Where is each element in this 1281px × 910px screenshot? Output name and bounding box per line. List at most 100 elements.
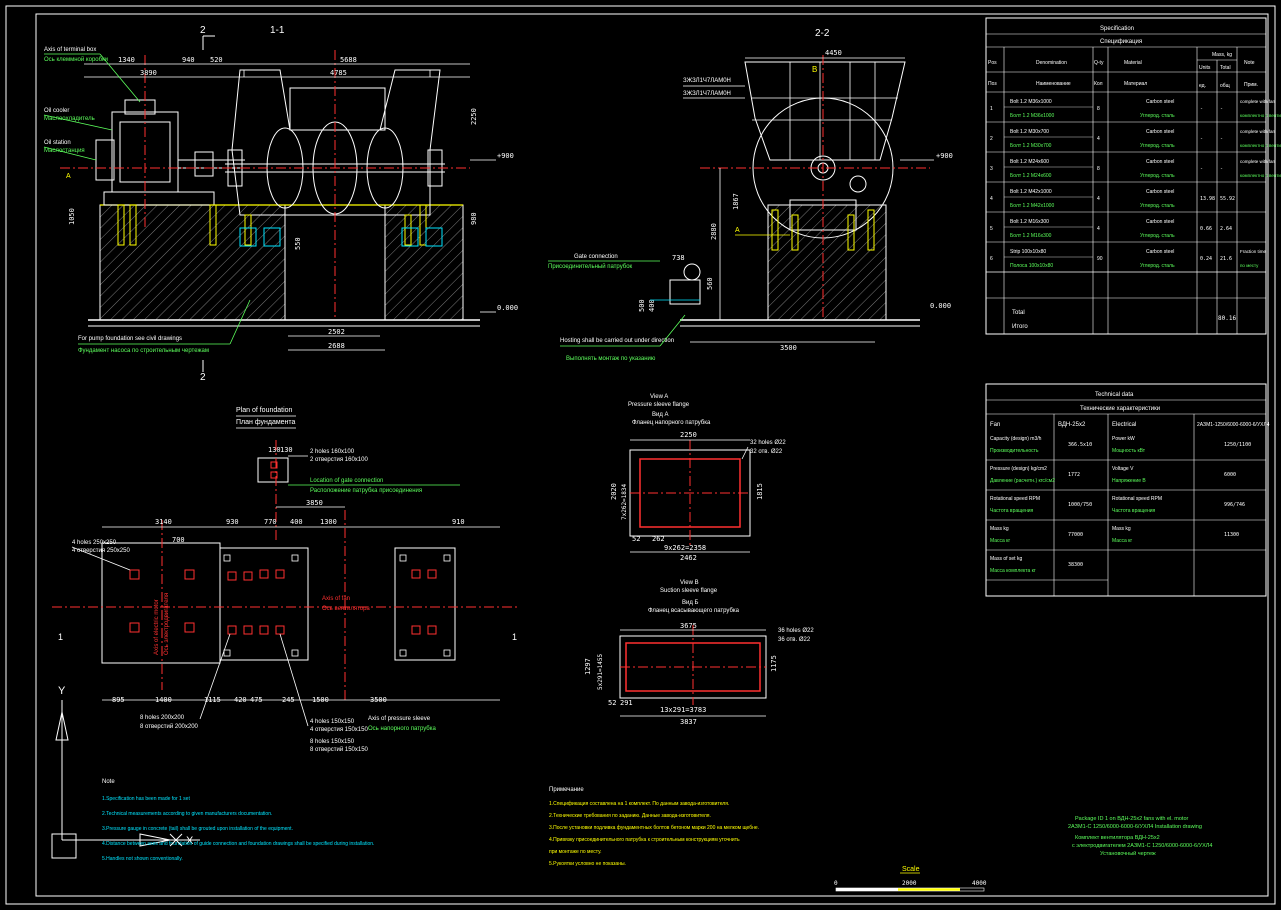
callout-gate-en: Gate connection <box>574 254 618 260</box>
spec-title-en: Specification <box>1100 26 1134 32</box>
plan-dim-1300: 1300 <box>320 518 337 526</box>
spec-mat-ru: Углерод. сталь <box>1140 173 1175 179</box>
tech-right-label-ru: Частота вращения <box>1112 508 1156 514</box>
spec-header-ru: ед. <box>1199 83 1206 89</box>
spec-name-en: Bolt 1.2 M30x700 <box>1010 129 1049 135</box>
spec-header: Q-ty <box>1094 60 1104 66</box>
spec-pos: 5 <box>990 226 993 232</box>
spec-header: Mass, kg <box>1212 52 1232 58</box>
dim-11-2502: 2502 <box>328 328 345 336</box>
plan-dim-910: 910 <box>452 518 465 526</box>
section-11-cut-marker: 2 <box>200 25 206 36</box>
plan-dim-1500: 1500 <box>312 696 329 704</box>
view-b-dim-291: 291 <box>620 699 633 707</box>
view-a-holes-ru: 32 отв. Ø22 <box>750 449 783 455</box>
note-en-item: 3.Pressure gauge in concrete (tail) shal… <box>102 826 293 832</box>
spec-qty: 90 <box>1097 256 1103 262</box>
tech-right-value: 1250/1100 <box>1224 442 1251 448</box>
spec-name-en: Bolt 1.2 M16x300 <box>1010 219 1049 225</box>
scale-tick-2000: 2000 <box>902 880 917 887</box>
callout-gate-ru: Присоединительный патрубок <box>548 263 633 270</box>
tech-left-label-en: Capacity (design) m3/h <box>990 436 1042 442</box>
tech-right-value: 6000 <box>1224 472 1236 478</box>
tech-title-en: Technical data <box>1095 392 1134 398</box>
plan-pressure-axis-en: Axis of pressure sleeve <box>368 716 431 722</box>
spec-total: - <box>1220 136 1223 142</box>
spec-pos: 2 <box>990 136 993 142</box>
spec-mat-en: Carbon steel <box>1146 129 1174 135</box>
callout-oil-cooler-en: Oil cooler <box>44 108 69 114</box>
level-22-bottom: 0.000 <box>930 302 951 310</box>
spec-unit: - <box>1200 106 1203 112</box>
stamp-line-3: Комплект вентилятора ВДН-25х2 <box>1075 835 1160 841</box>
callout-oil-station-en: Oil station <box>44 140 71 146</box>
view-a-dim-2020: 2020 <box>610 483 618 500</box>
plan-dim-1400: 1400 <box>155 696 172 704</box>
tech-right-value: 996/746 <box>1224 502 1245 508</box>
spec-note-ru: комплектно с вентил. <box>1240 173 1281 178</box>
spec-unit: 0.24 <box>1200 256 1212 262</box>
spec-note-ru: комплектно с вентил. <box>1240 143 1281 148</box>
spec-note-ru: по месту <box>1240 263 1259 268</box>
tech-right-label-en: Rotational speed RPM <box>1112 496 1162 502</box>
spec-unit: - <box>1200 136 1203 142</box>
spec-mat-en: Carbon steel <box>1146 249 1174 255</box>
plan-dim-400: 400 <box>290 518 303 526</box>
notes-en-title: Note <box>102 779 115 785</box>
tech-left-value: 1000/750 <box>1068 502 1092 508</box>
spec-header: Note <box>1244 60 1255 66</box>
tech-left-label-ru: Производительность <box>990 448 1039 454</box>
stamp-line-4: с электродвигателем 2АЗМ1-С 1250/6000-60… <box>1072 843 1212 849</box>
spec-mat-ru: Углерод. сталь <box>1140 143 1175 149</box>
dim-22-4450: 4450 <box>825 49 842 57</box>
tech-fan-label: Fan <box>990 422 1000 428</box>
view-b-title-1: View B <box>680 580 699 586</box>
spec-note-en: Fraction time <box>1240 249 1267 254</box>
view-b-holes-ru: 36 отв. Ø22 <box>778 637 811 643</box>
view-b-dim-3837: 3837 <box>680 718 697 726</box>
section-11-cut-marker-bottom: 2 <box>200 372 206 383</box>
dim-22-3500: 3500 <box>780 344 797 352</box>
spec-pos: 3 <box>990 166 993 172</box>
dim-11-550: 550 <box>294 237 302 250</box>
view-b-marker-22: B <box>812 65 817 74</box>
spec-header-ru: Наименование <box>1036 81 1071 87</box>
dim-11-2250: 2250 <box>470 108 478 125</box>
view-a-title-4: Фланец напорного патрубка <box>632 420 711 426</box>
tech-left-value: 366.5х10 <box>1068 442 1092 448</box>
section-11-title: 1-1 <box>270 25 285 36</box>
spec-qty: 8 <box>1097 106 1100 112</box>
plan-pressure-axis-ru: Ось напорного патрубка <box>368 726 436 732</box>
view-a-dim-2250: 2250 <box>680 431 697 439</box>
view-b-dim-5x: 5x291=1455 <box>597 653 604 690</box>
view-a-holes-en: 32 holes Ø22 <box>750 440 786 446</box>
spec-name-en: Bolt 1.2 M24x600 <box>1010 159 1049 165</box>
spec-mat-en: Carbon steel <box>1146 99 1174 105</box>
spec-total-value: 80.16 <box>1218 315 1236 322</box>
spec-unit: - <box>1200 166 1203 172</box>
spec-name-ru: Болт 1.2 М36x1000 <box>1010 113 1054 119</box>
plan-dim-130a: 130 <box>268 446 281 454</box>
spec-note-en: complete with fan <box>1240 129 1276 134</box>
plan-motor-axis-ru: Ось электродвигателя <box>164 593 170 655</box>
plan-dim-3850: 3850 <box>306 499 323 507</box>
dim-22-738: 738 <box>672 254 685 262</box>
spec-total-ru: Итого <box>1012 324 1028 330</box>
spec-name-en: Bolt 1.2 M42x1000 <box>1010 189 1052 195</box>
foundation-block-right <box>384 204 464 321</box>
plan-holes-left-ru: 4 отверстия 250x250 <box>72 548 130 554</box>
note-ru-item: 3.После установки подливка фундаментных … <box>549 825 759 831</box>
scale-tick-4000: 4000 <box>972 880 987 887</box>
view-a-dim-7x: 7x262=1834 <box>621 483 628 520</box>
plan-dim-130b: 130 <box>280 446 293 454</box>
callout-hosting-en: Hosting shall be carried out under direc… <box>560 338 674 344</box>
plan-holes-150-ru: 4 отверстия 150x150 <box>310 727 368 733</box>
tech-left-label-en: Mass kg <box>990 526 1009 532</box>
plan-holes-200-ru: 8 отверстий 200x200 <box>140 723 199 730</box>
spec-note-en: complete with fan <box>1240 99 1276 104</box>
note-en-item: 5.Handles not shown conventionally. <box>102 856 183 862</box>
spec-mat-en: Carbon steel <box>1146 219 1174 225</box>
view-b-title-3: Вид Б <box>682 600 699 606</box>
spec-total: 21.6 <box>1220 256 1232 262</box>
dim-22-2880: 2880 <box>710 223 718 240</box>
